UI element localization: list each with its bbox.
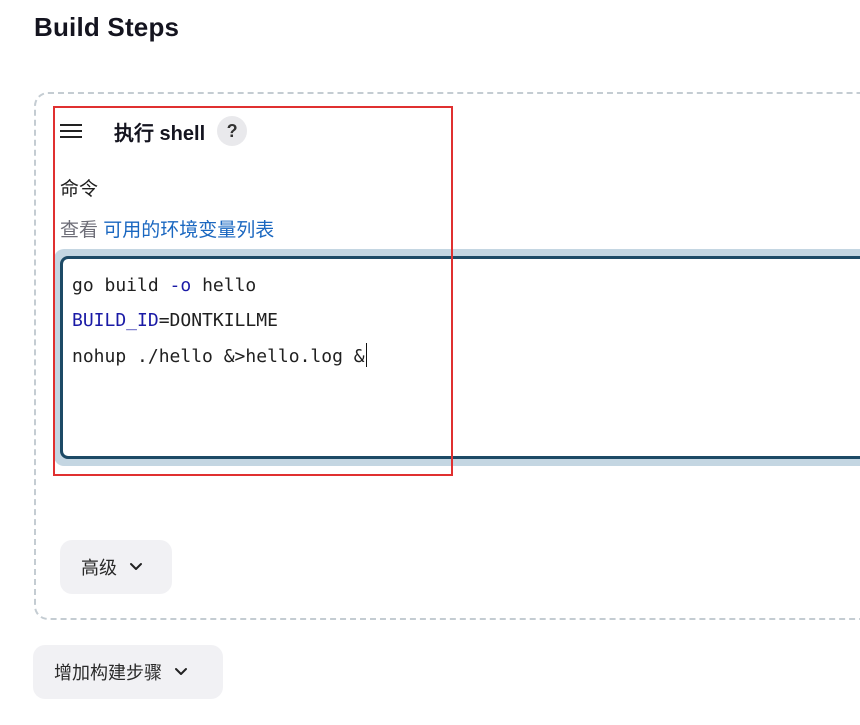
step-header: 执行 shell ? — [60, 114, 248, 148]
chevron-down-icon — [174, 667, 188, 677]
add-build-step-button[interactable]: 增加构建步骤 — [33, 645, 223, 699]
code-variable: BUILD_ID — [72, 310, 159, 331]
hamburger-menu-icon[interactable] — [60, 119, 84, 143]
advanced-button[interactable]: 高级 — [60, 540, 172, 594]
env-vars-hint: 查看 可用的环境变量列表 — [60, 215, 274, 242]
command-editor[interactable]: go build -o hello BUILD_ID=DONTKILLME no… — [60, 256, 860, 459]
section-title: Build Steps — [34, 12, 180, 42]
env-vars-link[interactable]: 可用的环境变量列表 — [103, 220, 274, 241]
build-steps-page: Build Steps 执行 shell ? 命令 查看 可用的环境变量列表 g… — [0, 0, 860, 725]
code-line: BUILD_ID=DONTKILLME — [72, 308, 860, 343]
chevron-down-icon — [129, 562, 143, 572]
code-flag: -o — [169, 275, 192, 296]
question-mark-icon: ? — [226, 120, 238, 141]
code-text: =DONTKILLME — [158, 310, 278, 331]
code-line: go build -o hello — [72, 273, 860, 308]
text-caret — [365, 343, 367, 367]
code-line: nohup ./hello &>hello.log & — [72, 343, 860, 378]
command-label: 命令 — [60, 179, 99, 200]
help-button[interactable]: ? — [217, 116, 248, 146]
step-title: 执行 shell — [114, 122, 206, 145]
code-text: hello — [191, 275, 257, 296]
advanced-label: 高级 — [81, 558, 117, 578]
code-text: go build — [72, 275, 170, 296]
code-text: nohup ./hello &>hello.log & — [72, 346, 365, 367]
add-build-step-label: 增加构建步骤 — [54, 663, 162, 683]
env-vars-prefix: 查看 — [60, 220, 99, 241]
